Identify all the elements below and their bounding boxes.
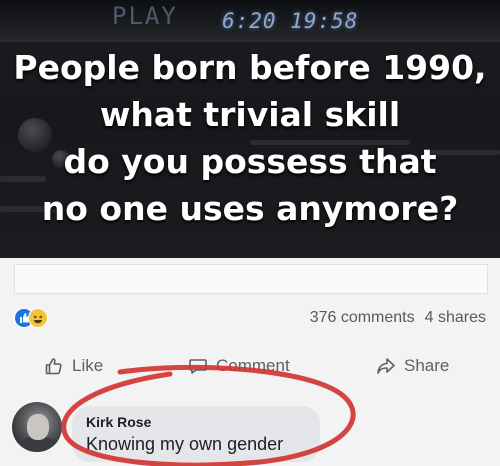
caption-line: no one uses anymore? <box>41 189 459 228</box>
avatar-face <box>27 414 49 440</box>
post-image: PLAY 6:20 19:58 People born before 1990,… <box>0 0 500 258</box>
post-footer: 376 comments 4 shares Like Comment Share <box>0 258 500 466</box>
shares-count[interactable]: 4 shares <box>425 309 486 326</box>
post-actions: Like Comment Share <box>0 350 500 384</box>
thumbs-up-icon <box>45 358 62 375</box>
engagement-counts: 376 comments 4 shares <box>310 309 486 327</box>
caption-line: do you possess that <box>63 142 437 181</box>
comments-count[interactable]: 376 comments <box>310 309 415 326</box>
comment-text: Knowing my own gender <box>86 434 284 454</box>
like-label: Like <box>72 356 104 375</box>
share-button[interactable]: Share <box>376 350 449 382</box>
post-image-caption: People born before 1990, what trivial sk… <box>0 44 500 232</box>
comment-icon <box>189 359 207 374</box>
link-preview-box[interactable] <box>14 264 488 294</box>
reactions-summary[interactable] <box>14 308 54 328</box>
like-button[interactable]: Like <box>44 350 103 382</box>
comment-button[interactable]: Comment <box>188 350 290 382</box>
comment-bubble: Kirk Rose Knowing my own gender <box>72 406 320 462</box>
comment-label: Comment <box>216 356 290 375</box>
share-label: Share <box>404 356 450 375</box>
comment-item: Kirk Rose Knowing my own gender <box>0 394 500 466</box>
share-arrow-icon <box>377 358 395 374</box>
haha-reaction-icon <box>28 308 48 328</box>
vcr-mode-label: PLAY <box>112 2 178 30</box>
avatar[interactable] <box>12 402 62 452</box>
caption-line: what trivial skill <box>99 95 401 134</box>
vcr-edge <box>0 40 500 42</box>
vcr-time-display: 6:20 19:58 <box>222 9 359 33</box>
comment-author[interactable]: Kirk Rose <box>86 414 151 430</box>
post-stats: 376 comments 4 shares <box>14 308 486 330</box>
caption-line: People born before 1990, <box>13 48 487 87</box>
